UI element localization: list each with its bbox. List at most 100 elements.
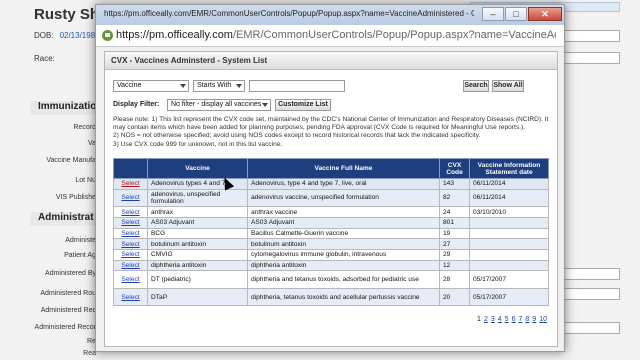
vis-date-cell [469,248,549,261]
url-text[interactable]: https://pm.officeally.com/EMR/CommonUser… [116,29,556,41]
table-row: Select adenovirus, unspecified formulatio… [113,188,549,208]
page-link[interactable]: 2 [484,316,488,323]
table-row: Select BCG Bacillus Calmette-Guerin vaccin… [113,227,549,240]
vaccine-full-name-cell: Bacillus Calmette-Guerin vaccine [247,227,440,240]
table-row: Select AS03 Adjuvant AS03 Adjuvant 801 [113,216,549,229]
bg-field-label: Lot Nu [75,177,96,184]
page-link[interactable]: 5 [505,316,509,323]
maximize-button[interactable]: □ [505,7,527,21]
select-link[interactable]: Select [121,262,139,269]
chevron-down-icon [236,84,242,88]
pagination: 1 2 3 4 5 6 7 8 9 10 [474,316,547,323]
select-link[interactable]: Select [121,209,139,216]
vaccine-cell: CMVIG [147,248,248,261]
page-link[interactable]: 7 [518,316,522,323]
select-link-cell: Select [113,248,148,261]
vaccine-full-name-cell: AS03 Adjuvant [247,216,440,229]
bg-field-label: Record [73,124,96,131]
select-link[interactable]: Select [121,294,139,301]
cvx-notes: Please note: 1) This list represent the … [113,116,553,149]
select-link-cell: Select [113,216,148,229]
secure-lock-icon [102,30,113,41]
bg-field-label: Vaccine Manufa [46,157,96,164]
match-type-select[interactable]: Starts With [193,80,245,92]
bg-field-label: Administe [65,237,96,244]
bg-field-label: Administered By [45,270,96,277]
vis-date-cell: 05/17/2007 [469,270,549,289]
cvx-code-cell: 12 [439,259,470,272]
page-link[interactable]: 8 [525,316,529,323]
page-link[interactable]: 1 [477,316,481,323]
select-link[interactable]: Select [121,180,139,187]
display-filter-select[interactable]: No filter - display all vaccines [167,99,271,111]
page-link[interactable]: 4 [498,316,502,323]
vis-date-cell: 03/10/2010 [469,206,549,218]
page-link[interactable]: 3 [491,316,495,323]
bg-field-label: Va [87,140,96,147]
vaccine-cell: adenovirus, unspecified formulation [147,188,248,208]
race-label: Race: [34,54,55,63]
col-vis-date-header: Vaccine Information Statement date [469,158,549,179]
search-button[interactable]: Search [463,80,489,92]
page-link[interactable]: 6 [512,316,516,323]
popup-content: CVX - Vaccines Adminsterd - System List … [104,51,558,347]
select-link-cell: Select [113,227,148,240]
minimize-button[interactable]: – [482,7,504,21]
select-link[interactable]: Select [121,276,139,283]
select-link[interactable]: Select [121,230,139,237]
table-row: Select botulinum antitoxin botulinum antit… [113,238,549,250]
table-row: Select anthrax anthrax vaccine 24 03/10/2010 [113,206,549,218]
vaccine-cell: DTaP [147,287,248,307]
table-header-row: Vaccine Vaccine Full Name CVX Code Vacci… [113,158,549,179]
select-link[interactable]: Select [121,251,139,258]
vaccine-full-name-cell: anthrax vaccine [247,206,440,218]
page-link[interactable]: 10 [539,316,547,323]
vaccine-popup-window: https://pm.officeally.com/EMR/CommonUser… [95,4,565,352]
window-titlebar[interactable]: https://pm.officeally.com/EMR/CommonUser… [96,5,564,25]
dob-label: DOB: [34,31,54,40]
customize-list-button[interactable]: Customize List [275,99,331,111]
vaccine-full-name-cell: diphtheria and tetanus toxoids, adsorbed… [247,270,440,289]
select-link[interactable]: Select [121,241,139,248]
chevron-down-icon [180,84,186,88]
vaccine-full-name-cell: adenovirus vaccine, unspecified formulat… [247,188,440,208]
page-link[interactable]: 9 [532,316,536,323]
select-link-cell: Select [113,188,148,208]
bg-field-label: Patient Ag [64,252,96,259]
cvx-code-cell: 19 [439,227,470,240]
cvx-code-cell: 28 [439,270,470,289]
select-link[interactable]: Select [121,219,139,226]
select-link[interactable]: Select [121,194,139,201]
table-row: Select Adenovirus types 4 and 7 Adenovirus… [113,178,549,190]
col-select-header [113,158,148,179]
show-all-button[interactable]: Show All [492,80,524,92]
vaccine-cell: DT (pediatric) [147,270,248,289]
search-input[interactable] [249,80,345,92]
url-host: https://pm.officeally.com [116,29,233,41]
vis-date-cell: 06/11/2014 [469,188,549,208]
search-field-select[interactable]: Vaccine [113,80,189,92]
list-title: CVX - Vaccines Adminsterd - System List [111,56,268,65]
select-link-cell: Select [113,238,148,250]
cvx-code-cell: 20 [439,287,470,307]
vis-date-cell [469,227,549,240]
match-type-select-value: Starts With [197,82,232,89]
cvx-code-cell: 801 [439,216,470,229]
vis-date-cell [469,216,549,229]
vaccine-cell: BCG [147,227,248,240]
table-row: Select CMVIG cytomegalovirus immune globul… [113,248,549,261]
table-row: Select DTaP diphtheria, tetanus toxoids an… [113,287,549,307]
vaccine-cell: anthrax [147,206,248,218]
select-link-cell: Select [113,206,148,218]
cvx-code-cell: 82 [439,188,470,208]
bg-field-label: Administered Rec [40,307,96,314]
vaccine-full-name-cell: Adenovirus, type 4 and type 7, live, ora… [247,178,440,190]
note-1: Please note: 1) This list represent the … [113,116,549,132]
search-field-select-value: Vaccine [117,82,142,89]
close-button[interactable]: ✕ [528,7,562,21]
dob-value[interactable]: 02/13/1986 [60,31,100,40]
address-bar[interactable]: https://pm.officeally.com/EMR/CommonUser… [96,25,564,47]
window-title: https://pm.officeally.com/EMR/CommonUser… [104,9,474,18]
vaccine-full-name-cell: diphtheria antitoxin [247,259,440,272]
vaccine-table: Vaccine Vaccine Full Name CVX Code Vacci… [113,158,549,307]
